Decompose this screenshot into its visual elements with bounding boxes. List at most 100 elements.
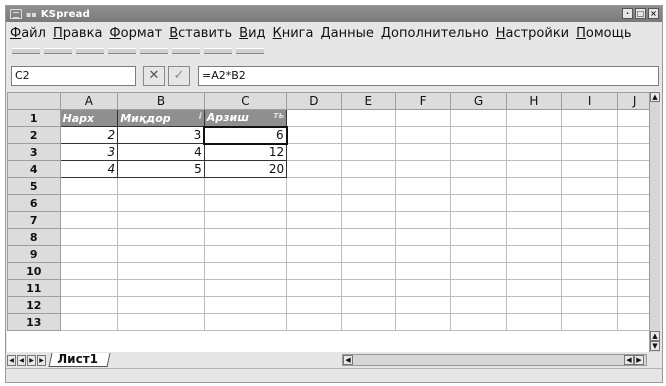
menu-item-8[interactable]: Дополнительно	[381, 26, 489, 41]
cell[interactable]	[617, 211, 652, 229]
cell[interactable]	[59, 194, 119, 212]
cell[interactable]	[394, 279, 452, 297]
cell[interactable]	[617, 228, 652, 246]
toolbar-handle[interactable]	[172, 48, 200, 54]
cell[interactable]	[59, 245, 119, 263]
cell[interactable]	[505, 211, 563, 229]
cell[interactable]	[286, 126, 342, 144]
cell[interactable]: Миқдор і	[117, 109, 205, 127]
cell[interactable]	[203, 211, 288, 229]
scroll-left-button[interactable]: ◀	[343, 355, 353, 365]
column-header-d[interactable]: D	[286, 92, 342, 110]
row-header[interactable]: 5	[7, 177, 61, 195]
cell[interactable]	[450, 245, 507, 263]
cell[interactable]	[561, 228, 619, 246]
menu-item-6[interactable]: Книга	[273, 26, 314, 41]
cell[interactable]	[617, 143, 652, 161]
next-sheet-button[interactable]: ▶	[27, 354, 36, 366]
cell[interactable]: 3	[117, 126, 205, 144]
cell[interactable]	[561, 245, 619, 263]
cell[interactable]	[286, 177, 342, 195]
cell[interactable]	[450, 296, 507, 314]
row-header[interactable]: 4	[7, 160, 61, 178]
cell[interactable]	[340, 262, 396, 280]
cell[interactable]	[394, 160, 452, 178]
cell[interactable]	[59, 279, 119, 297]
cell[interactable]	[59, 228, 119, 246]
cell[interactable]	[340, 228, 396, 246]
menu-item-4[interactable]: Вставить	[169, 26, 232, 41]
cell[interactable]: 5	[117, 160, 205, 178]
cell[interactable]: 20	[203, 160, 288, 178]
cancel-formula-button[interactable]: ✕	[143, 66, 165, 86]
row-header[interactable]: 7	[7, 211, 61, 229]
row-header[interactable]: 11	[7, 279, 61, 297]
cell[interactable]	[117, 262, 205, 280]
cell[interactable]	[59, 262, 119, 280]
row-header[interactable]: 13	[7, 313, 61, 331]
cell[interactable]	[286, 296, 342, 314]
cell[interactable]	[394, 194, 452, 212]
menu-item-7[interactable]: Данные	[320, 26, 373, 41]
maximize-button[interactable]: □	[635, 8, 646, 19]
cell[interactable]	[561, 296, 619, 314]
cell[interactable]	[394, 228, 452, 246]
row-header[interactable]: 10	[7, 262, 61, 280]
cell[interactable]	[450, 109, 507, 127]
cell[interactable]	[450, 262, 507, 280]
cell[interactable]	[286, 160, 342, 178]
toolbar-handle[interactable]	[140, 48, 168, 54]
cell[interactable]	[340, 126, 396, 144]
row-header[interactable]: 6	[7, 194, 61, 212]
cell[interactable]	[117, 313, 205, 331]
row-header[interactable]: 2	[7, 126, 61, 144]
cell[interactable]	[117, 177, 205, 195]
scroll-right-button[interactable]: ▶	[634, 355, 644, 365]
column-header-i[interactable]: I	[561, 92, 619, 110]
cell[interactable]	[117, 211, 205, 229]
cell[interactable]	[203, 245, 288, 263]
cell[interactable]: 4	[117, 143, 205, 161]
cell[interactable]	[450, 228, 507, 246]
column-header-c[interactable]: C	[203, 92, 288, 110]
cell[interactable]	[340, 160, 396, 178]
cell[interactable]: Нарх	[59, 109, 119, 127]
cell[interactable]	[203, 194, 288, 212]
select-all-corner[interactable]	[7, 92, 61, 110]
cell[interactable]	[505, 313, 563, 331]
cell[interactable]	[286, 228, 342, 246]
pin-icon[interactable]: ▪▪	[26, 10, 37, 19]
cell[interactable]	[117, 279, 205, 297]
cell[interactable]	[117, 228, 205, 246]
cell[interactable]	[617, 296, 652, 314]
cell[interactable]	[59, 313, 119, 331]
cell[interactable]	[617, 109, 652, 127]
cell[interactable]	[617, 160, 652, 178]
close-button[interactable]: ×	[648, 8, 659, 19]
cell[interactable]	[286, 109, 342, 127]
cell[interactable]	[450, 126, 507, 144]
cell[interactable]	[394, 211, 452, 229]
cell[interactable]	[450, 160, 507, 178]
column-header-g[interactable]: G	[450, 92, 507, 110]
cell[interactable]	[340, 296, 396, 314]
cell[interactable]: 3	[59, 143, 119, 161]
cell[interactable]	[394, 109, 452, 127]
cell[interactable]: 12	[203, 143, 288, 161]
menu-item-3[interactable]: Формат	[109, 26, 162, 41]
toolbar-handle[interactable]	[76, 48, 104, 54]
cell[interactable]	[340, 313, 396, 331]
scroll-down-button[interactable]: ▼	[650, 341, 660, 351]
cell[interactable]	[505, 177, 563, 195]
cell[interactable]	[505, 262, 563, 280]
toolbar-handle[interactable]	[12, 48, 40, 54]
cell[interactable]	[505, 160, 563, 178]
cell[interactable]	[286, 279, 342, 297]
cell[interactable]	[59, 211, 119, 229]
toolbar-handle[interactable]	[204, 48, 232, 54]
sheet-tab[interactable]: Лист1	[48, 352, 111, 367]
menu-item-2[interactable]: Правка	[53, 26, 102, 41]
row-header[interactable]: 1	[7, 109, 61, 127]
cell[interactable]	[561, 262, 619, 280]
cell[interactable]	[617, 126, 652, 144]
